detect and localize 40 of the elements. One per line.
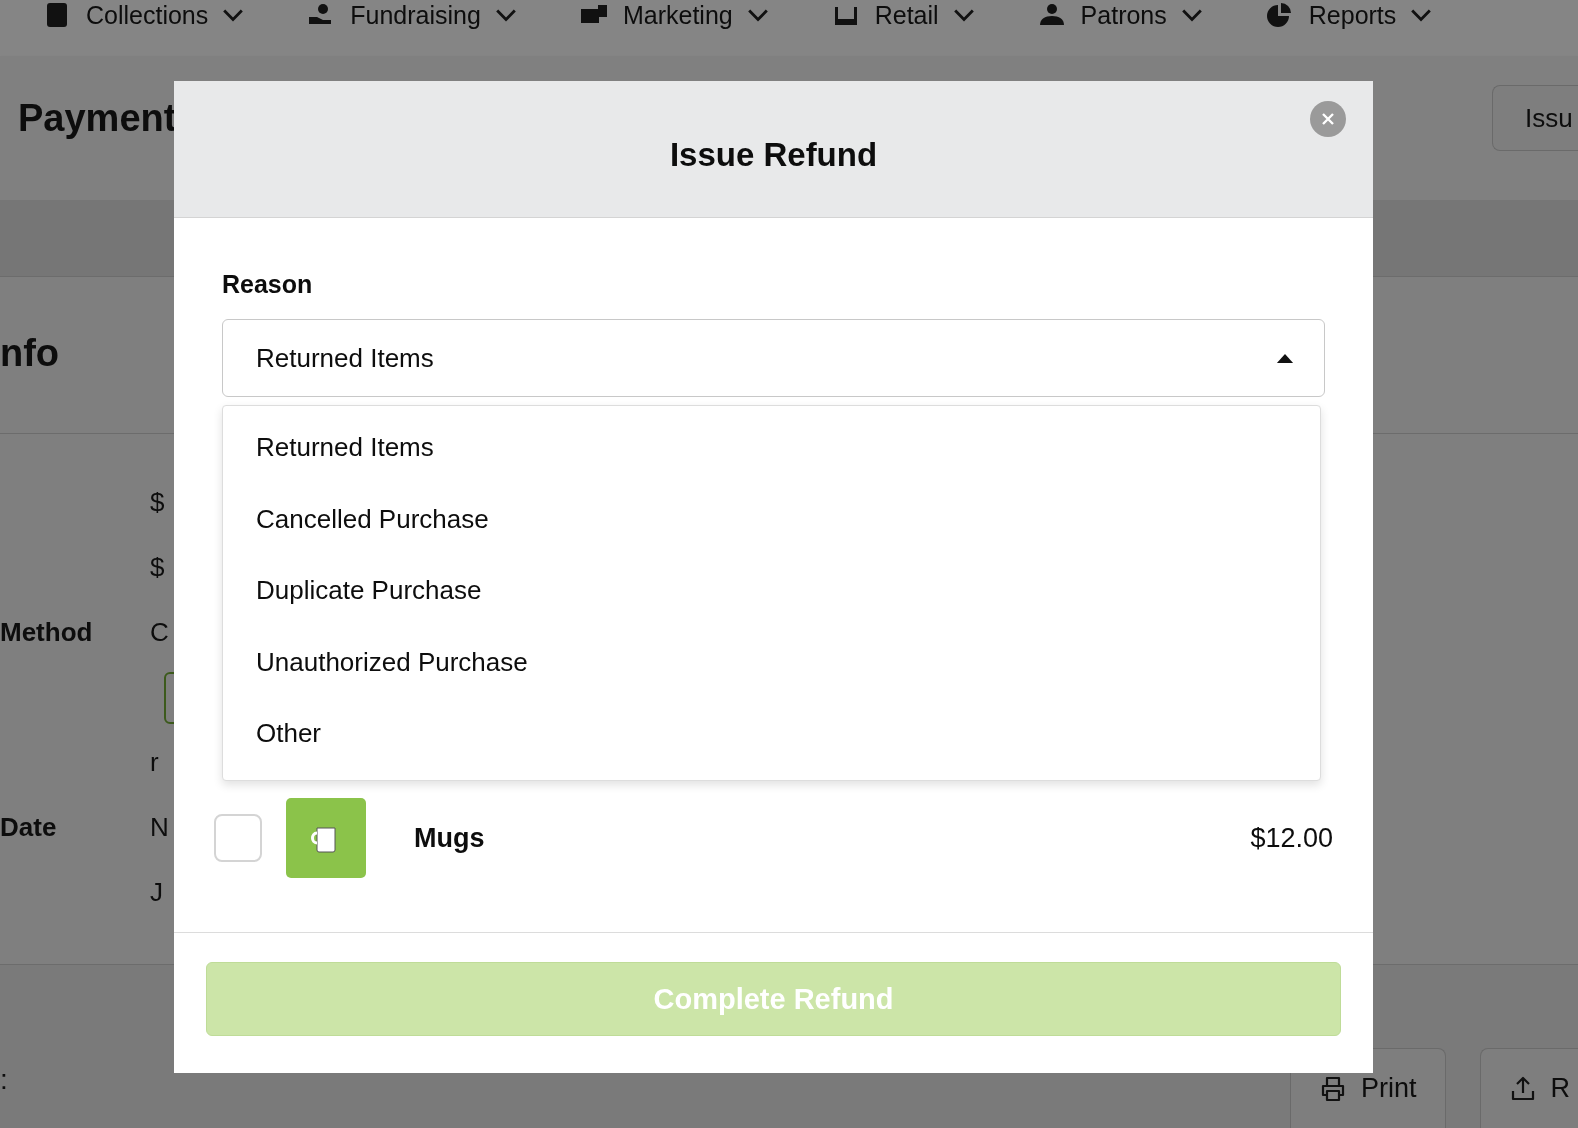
field-value: J xyxy=(150,877,163,908)
chevron-down-icon xyxy=(1180,8,1203,22)
nav-menu-item[interactable]: Patrons xyxy=(1036,0,1203,30)
reason-select[interactable]: Returned Items xyxy=(222,319,1325,397)
close-icon xyxy=(1320,111,1336,127)
chevron-down-icon xyxy=(222,8,245,22)
field-value: r xyxy=(150,747,159,778)
nav-menu-item[interactable]: Fundraising xyxy=(306,0,517,30)
dropdown-option[interactable]: Other xyxy=(223,698,1320,770)
chevron-down-icon xyxy=(494,8,517,22)
checkbox[interactable] xyxy=(214,814,262,862)
dropdown-option[interactable]: Duplicate Purchase xyxy=(223,555,1320,627)
caret-up-icon xyxy=(1276,352,1294,364)
dropdown-option[interactable]: Cancelled Purchase xyxy=(223,483,1320,555)
mug-icon xyxy=(286,798,366,878)
section-title: nfo xyxy=(0,331,60,375)
item-name: Mugs xyxy=(414,822,486,854)
nav-menu-item[interactable]: Retail xyxy=(830,0,975,30)
field-value: N xyxy=(150,812,169,843)
field-value: $ xyxy=(150,487,165,518)
nav-menu-item[interactable]: Reports xyxy=(1264,0,1433,30)
chevron-down-icon xyxy=(952,8,975,22)
page-title: Payment xyxy=(18,96,177,140)
dialog-title: Issue Refund xyxy=(669,136,878,174)
reason-label: Reason xyxy=(222,270,313,299)
nav-menu-item[interactable]: Marketing xyxy=(578,0,769,30)
footer-label: : xyxy=(0,1064,8,1096)
chevron-down-icon xyxy=(1410,8,1433,22)
close-button[interactable] xyxy=(1310,101,1346,137)
dropdown-option[interactable]: Returned Items xyxy=(223,412,1320,484)
nav-menu-item[interactable]: Collections xyxy=(42,0,245,30)
field-value: $ xyxy=(150,552,165,583)
field-label: Method xyxy=(0,617,93,647)
issue-button[interactable]: Issu xyxy=(1492,85,1578,151)
field-value: C xyxy=(150,617,169,648)
footer-button[interactable]: R xyxy=(1479,1048,1578,1128)
dropdown-option[interactable]: Unauthorized Purchase xyxy=(223,626,1320,698)
item-price: $12.00 xyxy=(1250,822,1333,854)
field-label: Date xyxy=(0,812,57,842)
chevron-down-icon xyxy=(746,8,769,22)
